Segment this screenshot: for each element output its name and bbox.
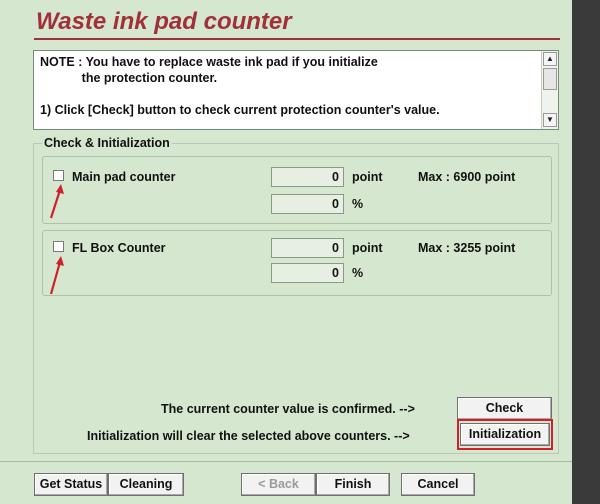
scroll-up-icon[interactable]: ▲ <box>543 52 557 66</box>
fl-box-checkbox[interactable] <box>53 241 64 252</box>
check-message: The current counter value is confirmed. … <box>161 402 415 416</box>
fl-box-max: Max : 3255 point <box>418 241 516 255</box>
title-divider <box>34 38 560 40</box>
main-pad-percent-field: 0 <box>271 194 344 214</box>
note-text: NOTE : You have to replace waste ink pad… <box>40 55 440 117</box>
main-pad-percent-unit: % <box>352 197 364 211</box>
annotation-arrow-icon <box>49 184 64 219</box>
main-pad-point-field: 0 <box>271 167 344 187</box>
cancel-button[interactable]: Cancel <box>401 473 475 496</box>
screen-edge <box>572 0 600 504</box>
annotation-arrow-icon <box>49 256 64 295</box>
main-pad-checkbox[interactable] <box>53 170 64 181</box>
scroll-down-icon[interactable]: ▼ <box>543 113 557 127</box>
fl-box-percent-field: 0 <box>271 263 344 283</box>
scroll-thumb[interactable] <box>543 68 557 90</box>
cleaning-button[interactable]: Cleaning <box>108 473 184 496</box>
init-message: Initialization will clear the selected a… <box>87 429 410 443</box>
initialization-button[interactable]: Initialization <box>460 423 550 446</box>
fl-box-point-unit: point <box>352 241 383 255</box>
page-title: Waste ink pad counter <box>36 8 292 35</box>
get-status-button[interactable]: Get Status <box>34 473 108 496</box>
finish-button[interactable]: Finish <box>316 473 390 496</box>
footer-divider <box>0 461 572 462</box>
back-button[interactable]: < Back <box>241 473 316 496</box>
note-textbox[interactable]: NOTE : You have to replace waste ink pad… <box>33 50 559 130</box>
check-button[interactable]: Check <box>457 397 552 420</box>
fl-box-point-field: 0 <box>271 238 344 258</box>
fl-box-percent-unit: % <box>352 266 364 280</box>
main-pad-label: Main pad counter <box>72 170 176 184</box>
note-scrollbar[interactable]: ▲ ▼ <box>541 51 558 129</box>
fl-box-label: FL Box Counter <box>72 241 166 255</box>
main-pad-point-unit: point <box>352 170 383 184</box>
group-label: Check & Initialization <box>42 136 172 150</box>
main-pad-max: Max : 6900 point <box>418 170 516 184</box>
